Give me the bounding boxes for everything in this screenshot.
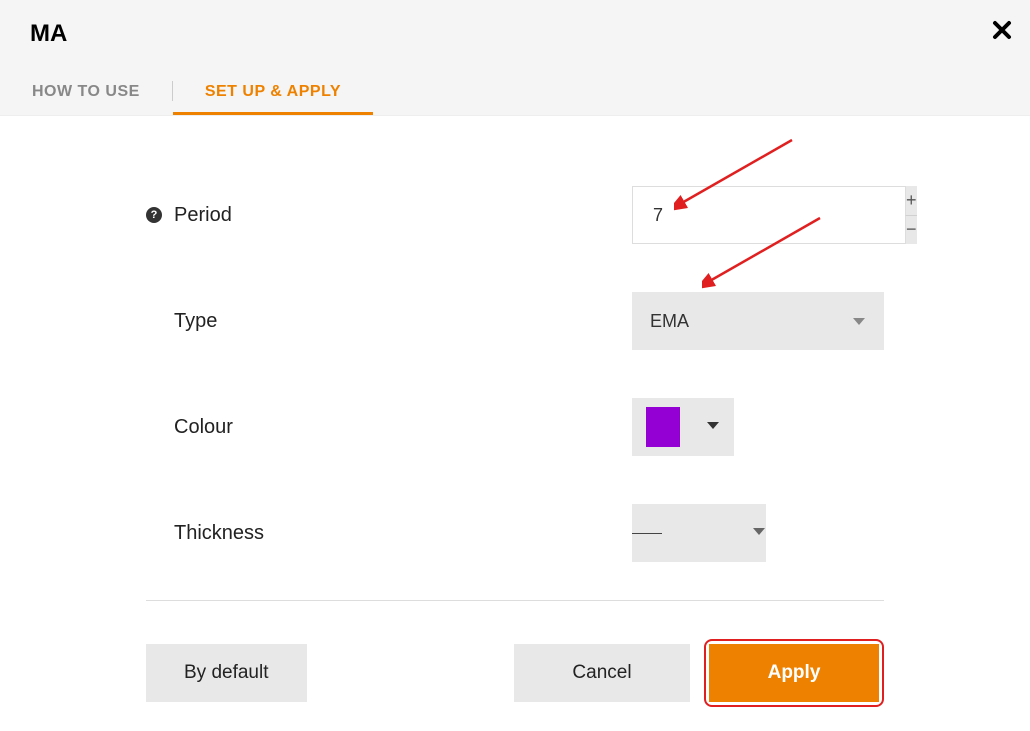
period-input-wrap: + − (632, 186, 884, 244)
period-step-down[interactable]: − (905, 216, 917, 245)
row-period: ? Period + − (146, 116, 884, 268)
period-step-up[interactable]: + (905, 186, 917, 216)
apply-button[interactable]: Apply (709, 644, 879, 702)
type-select[interactable]: EMA (632, 292, 884, 350)
close-button[interactable] (992, 20, 1012, 45)
type-value: EMA (650, 311, 689, 332)
colour-select[interactable] (632, 398, 734, 456)
thickness-sample (632, 533, 662, 534)
dialog-header: MA HOW TO USE SET UP & APPLY (0, 0, 1030, 116)
tabs: HOW TO USE SET UP & APPLY (0, 81, 373, 115)
tab-set-up-apply[interactable]: SET UP & APPLY (173, 83, 373, 115)
row-thickness: Thickness (146, 480, 884, 586)
by-default-button[interactable]: By default (146, 644, 307, 702)
form-content: ? Period + − Type EMA (0, 116, 1030, 731)
thickness-select[interactable] (632, 504, 766, 562)
chevron-down-icon (752, 524, 766, 542)
row-colour: Colour (146, 374, 884, 480)
period-label: Period (174, 204, 232, 227)
colour-swatch (646, 407, 680, 447)
row-type: Type EMA (146, 268, 884, 374)
period-input[interactable] (632, 186, 905, 244)
chevron-down-icon (852, 311, 866, 332)
buttons-row: By default Cancel Apply (146, 615, 884, 731)
chevron-down-icon (706, 418, 720, 436)
help-icon[interactable]: ? (146, 207, 162, 223)
cancel-button[interactable]: Cancel (514, 644, 690, 702)
period-stepper: + − (905, 186, 917, 244)
type-label: Type (174, 310, 217, 333)
thickness-label: Thickness (174, 522, 264, 545)
close-icon (992, 20, 1012, 40)
tab-how-to-use[interactable]: HOW TO USE (0, 83, 172, 115)
colour-label: Colour (174, 416, 233, 439)
divider (146, 600, 884, 601)
dialog-title: MA (30, 20, 67, 48)
apply-highlight: Apply (704, 639, 884, 707)
